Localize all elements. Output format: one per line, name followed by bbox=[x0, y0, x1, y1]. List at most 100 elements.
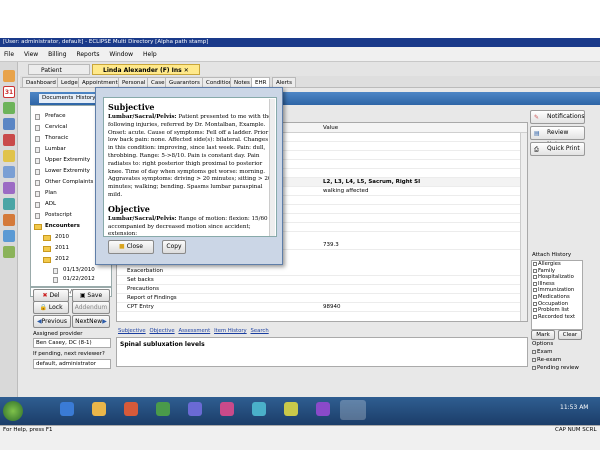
lock-icon: 🔒 bbox=[39, 304, 47, 311]
table-row[interactable]: Report of Findings bbox=[117, 294, 527, 303]
table-row[interactable]: Precautions bbox=[117, 285, 527, 294]
lock-button[interactable]: 🔒 Lock bbox=[33, 301, 69, 314]
attach-item[interactable]: Allergies bbox=[532, 261, 582, 268]
menu-view[interactable]: View bbox=[20, 47, 42, 62]
settings-icon[interactable] bbox=[3, 230, 15, 242]
tab-patient-rolodex[interactable]: Patient Rolodex bbox=[28, 64, 90, 85]
table-row[interactable]: Set backs bbox=[117, 276, 527, 285]
billing-icon[interactable] bbox=[3, 166, 15, 178]
start-button[interactable] bbox=[3, 401, 23, 421]
folder-icon bbox=[34, 224, 42, 230]
tree-item[interactable]: Preface bbox=[45, 113, 65, 120]
inventory-icon[interactable] bbox=[3, 246, 15, 258]
tree-item[interactable]: Upper Extremity bbox=[45, 157, 90, 164]
option-exam[interactable]: Exam bbox=[532, 349, 552, 355]
section-links: Subjective Objective Assessment Item His… bbox=[118, 327, 269, 334]
tree-item[interactable]: Postscript bbox=[45, 212, 72, 219]
close-button[interactable]: ■ Close bbox=[108, 240, 154, 254]
close-tab-icon[interactable]: ✕ bbox=[184, 67, 189, 74]
menu-window[interactable]: Window bbox=[105, 47, 137, 62]
option-pending-review[interactable]: Pending review bbox=[532, 365, 579, 371]
document-icon bbox=[35, 125, 40, 131]
link-objective[interactable]: Objective bbox=[150, 328, 175, 334]
scan-icon[interactable] bbox=[3, 214, 15, 226]
document-icon[interactable] bbox=[3, 118, 15, 130]
attach-item[interactable]: Problem list bbox=[532, 307, 582, 314]
table-row[interactable]: CPT Entry 98940 bbox=[117, 303, 527, 312]
clear-button[interactable]: Clear bbox=[558, 330, 582, 340]
menu-reports[interactable]: Reports bbox=[72, 47, 103, 62]
section-heading: Objective bbox=[108, 203, 150, 214]
tree-item[interactable]: ADL bbox=[45, 201, 56, 208]
app-icon[interactable] bbox=[220, 402, 234, 416]
attach-item[interactable]: Medications bbox=[532, 294, 582, 301]
mail-icon[interactable] bbox=[3, 198, 15, 210]
app-icon[interactable] bbox=[188, 402, 202, 416]
value-column-header: Value bbox=[323, 125, 339, 131]
grid-scrollbar[interactable] bbox=[520, 133, 527, 321]
reports-icon[interactable] bbox=[3, 182, 15, 194]
tree-item[interactable]: Other Complaints bbox=[45, 179, 93, 186]
tree-encounter[interactable]: 01/22/2012 bbox=[63, 276, 95, 283]
tab-dashboard[interactable]: Dashboard bbox=[22, 77, 60, 88]
mark-button[interactable]: Mark bbox=[531, 330, 555, 340]
attach-item[interactable]: Hospitalizatio bbox=[532, 274, 582, 281]
tree-year[interactable]: 2010 bbox=[55, 234, 69, 241]
notifications-button[interactable]: ✎ Notifications bbox=[530, 110, 585, 124]
calendar-icon[interactable]: 31 bbox=[3, 86, 15, 98]
next-reviewer-field[interactable]: default, administrator bbox=[33, 359, 111, 369]
attach-item[interactable]: Immunization bbox=[532, 287, 582, 294]
quick-print-button[interactable]: ⎙ Quick Print bbox=[530, 142, 585, 156]
tree-item[interactable]: Thoracic bbox=[45, 135, 68, 142]
app-icon[interactable] bbox=[252, 402, 266, 416]
next-new-button[interactable]: NextNew▶ bbox=[72, 315, 110, 328]
link-search[interactable]: Search bbox=[250, 328, 268, 334]
popup-scrollbar[interactable] bbox=[269, 99, 275, 236]
tab-patient-record[interactable]: Linda Alexander (F) Ins ✕ bbox=[92, 64, 200, 75]
alert-icon[interactable] bbox=[3, 134, 15, 146]
attach-item[interactable]: Occupation bbox=[532, 301, 582, 308]
rolodex-icon[interactable] bbox=[3, 70, 15, 82]
app-icon[interactable] bbox=[284, 402, 298, 416]
menu-file[interactable]: File bbox=[0, 47, 18, 62]
assigned-provider-field[interactable]: Ben Casey, DC (8-1) bbox=[33, 338, 111, 348]
chart-icon[interactable] bbox=[3, 102, 15, 114]
menu-help[interactable]: Help bbox=[139, 47, 161, 62]
app-icon[interactable] bbox=[156, 402, 170, 416]
browser-icon[interactable] bbox=[60, 402, 74, 416]
tab-documents[interactable]: Documents bbox=[39, 94, 77, 103]
eclipse-app-icon[interactable] bbox=[340, 400, 366, 420]
tree-year[interactable]: 2012 bbox=[55, 256, 69, 263]
menu-billing[interactable]: Billing bbox=[44, 47, 70, 62]
addendum-button[interactable]: Addendum bbox=[72, 301, 110, 314]
explorer-icon[interactable] bbox=[92, 402, 106, 416]
tree-item[interactable]: Plan bbox=[45, 190, 57, 197]
tree-item[interactable]: Lower Extremity bbox=[45, 168, 90, 175]
tree-item[interactable]: Cervical bbox=[45, 124, 67, 131]
media-icon[interactable] bbox=[124, 402, 138, 416]
previous-button[interactable]: ◀Previous bbox=[33, 315, 71, 328]
table-row[interactable]: Exacerbation bbox=[117, 267, 527, 276]
tree-encounters[interactable]: Encounters bbox=[45, 223, 80, 230]
options-label: Options bbox=[532, 341, 554, 347]
close-icon: ■ bbox=[119, 243, 125, 250]
option-re-exam[interactable]: Re-exam bbox=[532, 357, 561, 363]
tree-encounter[interactable]: 01/13/2010 bbox=[63, 267, 95, 274]
review-note-button[interactable]: ▤Review Note bbox=[530, 126, 585, 148]
attach-item[interactable]: Family bbox=[532, 268, 582, 275]
note-preview-text[interactable]: Subjective Lumbar/Sacral/Pelvis: Patient… bbox=[103, 97, 277, 237]
ledger-icon[interactable] bbox=[3, 150, 15, 162]
app-icon[interactable] bbox=[316, 402, 330, 416]
link-subjective[interactable]: Subjective bbox=[118, 328, 146, 334]
copy-button[interactable]: Copy bbox=[162, 240, 186, 254]
checkbox-icon bbox=[532, 358, 536, 362]
encounter-icon bbox=[53, 268, 58, 274]
tree-year[interactable]: 2011 bbox=[55, 245, 69, 252]
attach-item[interactable]: Recorded text bbox=[532, 314, 582, 321]
document-icon bbox=[35, 191, 40, 197]
link-item-history[interactable]: Item History bbox=[214, 328, 247, 334]
attach-item[interactable]: Illness bbox=[532, 281, 582, 288]
tree-item[interactable]: Lumbar bbox=[45, 146, 66, 153]
checkbox-icon bbox=[533, 275, 537, 280]
link-assessment[interactable]: Assessment bbox=[178, 328, 210, 334]
